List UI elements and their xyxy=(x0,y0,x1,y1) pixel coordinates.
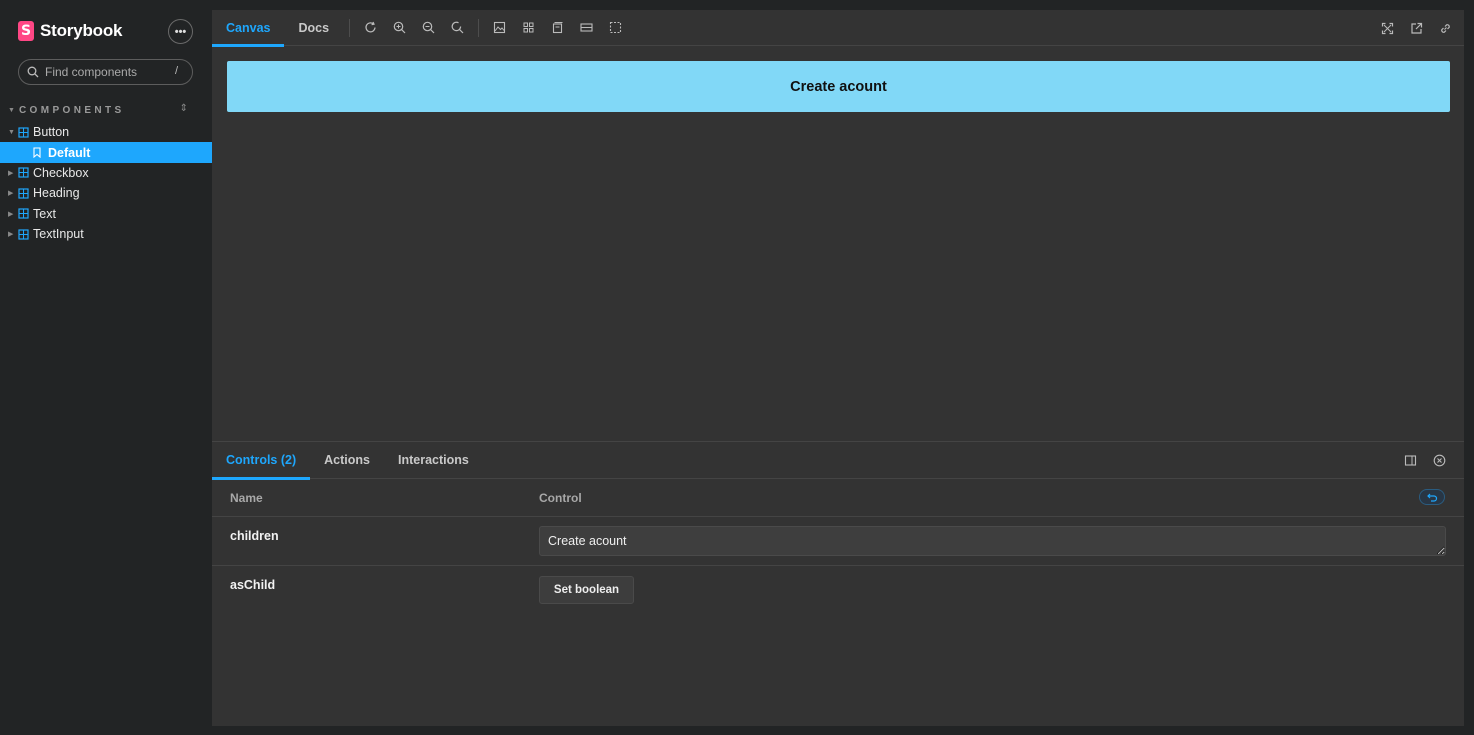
fullscreen-button[interactable] xyxy=(1373,10,1402,46)
canvas-preview: Create acount xyxy=(212,47,1464,441)
grid-icon xyxy=(523,22,534,33)
zoom-out-icon xyxy=(422,21,435,34)
tab-canvas[interactable]: Canvas xyxy=(212,10,285,47)
tree-item-label: Default xyxy=(48,145,91,160)
tree-item-text[interactable]: ▶ Text xyxy=(0,204,212,224)
tree-item-button[interactable]: ▼ Button xyxy=(0,122,212,142)
copy-link-icon xyxy=(1441,23,1450,33)
measure-icon xyxy=(580,23,593,32)
main-area: Canvas Docs Create acount Controls (2) A… xyxy=(212,10,1464,726)
search-box[interactable]: / xyxy=(18,59,193,85)
components-section-header[interactable]: ▼ COMPONENTS ⇕ xyxy=(8,103,204,117)
copy-link-button[interactable] xyxy=(1431,10,1460,46)
control-name: asChild xyxy=(230,578,276,592)
background-button[interactable] xyxy=(485,10,514,46)
search-shortcut: / xyxy=(174,65,178,77)
brand[interactable]: S Storybook xyxy=(18,20,122,42)
tab-interactions[interactable]: Interactions xyxy=(384,442,483,479)
component-icon xyxy=(18,167,29,179)
reset-controls-button[interactable] xyxy=(1419,489,1445,505)
component-tree: ▼ Button Default ▶ Checkbox ▶ Heading ▶ … xyxy=(0,122,212,244)
collapse-caret-icon: ▼ xyxy=(8,106,15,114)
collapsed-arrow-icon: ▶ xyxy=(8,169,14,177)
toolbar: Canvas Docs xyxy=(212,10,1464,47)
addons-panel: Controls (2) Actions Interactions Name C… xyxy=(212,441,1464,726)
panel-tabs: Controls (2) Actions Interactions xyxy=(212,442,1464,480)
component-icon xyxy=(18,208,29,219)
component-icon xyxy=(18,127,29,138)
viewport-button[interactable] xyxy=(543,10,572,46)
search-icon xyxy=(27,66,39,78)
sidebar: S Storybook ••• / ▼ COMPONENTS ⇕ ▼ Butto… xyxy=(0,0,212,735)
reload-icon xyxy=(365,21,376,33)
collapsed-arrow-icon: ▶ xyxy=(8,210,14,218)
tree-item-checkbox[interactable]: ▶ Checkbox xyxy=(0,163,212,183)
component-icon xyxy=(18,188,29,199)
toolbar-divider xyxy=(349,18,351,37)
tab-docs[interactable]: Docs xyxy=(284,10,343,46)
collapsed-arrow-icon: ▶ xyxy=(8,190,14,198)
toolbar-divider xyxy=(478,18,480,37)
toolbar-right xyxy=(1373,10,1460,46)
control-name: children xyxy=(230,529,279,543)
grid-button[interactable] xyxy=(514,10,543,46)
column-header-control: Control xyxy=(539,491,582,505)
tree-item-label: Text xyxy=(33,206,56,221)
close-icon xyxy=(1433,454,1446,467)
zoom-out-button[interactable] xyxy=(414,10,443,46)
reload-button[interactable] xyxy=(356,10,385,46)
bookmark-icon xyxy=(33,147,41,159)
fullscreen-icon xyxy=(1381,22,1394,34)
expanded-arrow-icon: ▼ xyxy=(8,128,15,136)
zoom-in-icon xyxy=(393,21,406,34)
tree-item-label: Heading xyxy=(33,186,80,201)
brand-name: Storybook xyxy=(40,21,123,40)
measure-button[interactable] xyxy=(572,10,601,46)
panel-close-button[interactable] xyxy=(1425,454,1454,467)
panel-orientation-button[interactable] xyxy=(1396,454,1425,467)
sidebar-toggle-icon xyxy=(1404,455,1417,466)
component-icon xyxy=(18,229,29,240)
tree-item-label: TextInput xyxy=(33,227,84,242)
tree-item-label: Button xyxy=(33,125,70,140)
controls-table: Name Control children Create acount asCh… xyxy=(212,479,1464,615)
tree-item-default-story[interactable]: Default xyxy=(0,142,212,163)
tree-item-label: Checkbox xyxy=(33,165,89,180)
viewport-icon xyxy=(553,22,563,34)
zoom-reset-icon xyxy=(451,21,464,34)
controls-table-header: Name Control xyxy=(212,479,1464,517)
storybook-logo-icon: S xyxy=(18,21,34,41)
zoom-in-button[interactable] xyxy=(385,10,414,46)
tab-controls[interactable]: Controls (2) xyxy=(212,442,311,480)
set-boolean-button[interactable]: Set boolean xyxy=(539,576,634,604)
search-input[interactable] xyxy=(45,65,165,79)
open-new-tab-icon xyxy=(1411,22,1423,34)
tab-actions[interactable]: Actions xyxy=(310,442,384,479)
tree-item-heading[interactable]: ▶ Heading xyxy=(0,183,212,203)
table-row: children Create acount xyxy=(212,517,1464,566)
column-header-name: Name xyxy=(230,491,263,505)
menu-button[interactable]: ••• xyxy=(168,19,193,44)
section-label: COMPONENTS xyxy=(18,104,125,116)
zoom-reset-button[interactable] xyxy=(443,10,472,46)
open-new-tab-button[interactable] xyxy=(1402,10,1431,46)
outline-button[interactable] xyxy=(601,10,630,46)
expand-all-icon[interactable]: ⇕ xyxy=(180,103,188,114)
create-account-button[interactable]: Create acount xyxy=(227,61,1450,112)
table-row: asChild Set boolean xyxy=(212,566,1464,615)
undo-icon xyxy=(1426,493,1437,502)
collapsed-arrow-icon: ▶ xyxy=(8,231,14,239)
panel-actions xyxy=(1396,442,1454,479)
background-icon xyxy=(494,21,506,34)
children-text-field[interactable]: Create acount xyxy=(539,526,1446,556)
outline-icon xyxy=(610,21,622,34)
tree-item-textinput[interactable]: ▶ TextInput xyxy=(0,224,212,244)
